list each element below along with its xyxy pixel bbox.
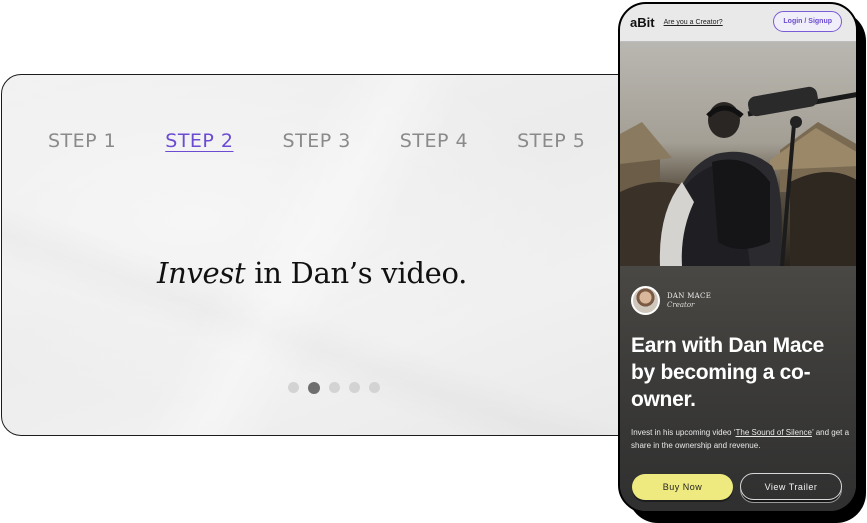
view-trailer-button[interactable]: View Trailer <box>740 473 842 500</box>
phone-content: DAN MACE Creator Earn with Dan Mace by b… <box>620 266 856 511</box>
tab-step-3[interactable]: STEP 3 <box>283 130 351 152</box>
creator-info: DAN MACE Creator <box>631 286 711 315</box>
pagination-dots <box>288 381 380 394</box>
buy-now-button[interactable]: Buy Now <box>632 474 733 500</box>
phone-topbar: aBit Are you a Creator? Login / Signup <box>620 4 856 42</box>
pagination-dot-1[interactable] <box>288 382 299 393</box>
pagination-dot-2[interactable] <box>308 381 320 394</box>
headline-emphasis: Invest <box>156 256 246 290</box>
offer-title: Earn with Dan Mace by becoming a co-owne… <box>631 334 824 411</box>
tab-step-5[interactable]: STEP 5 <box>517 130 585 152</box>
phone-mockup: aBit Are you a Creator? Login / Signup D… <box>618 2 858 513</box>
hero-photo-illustration <box>620 42 856 266</box>
pagination-dot-3[interactable] <box>329 382 340 393</box>
creator-role: Creator <box>667 300 695 309</box>
tab-step-4[interactable]: STEP 4 <box>400 130 468 152</box>
step-tabs: STEP 1 STEP 2 STEP 3 STEP 4 STEP 5 <box>48 130 585 152</box>
creator-meta: DAN MACE Creator <box>667 292 711 308</box>
steps-card: STEP 1 STEP 2 STEP 3 STEP 4 STEP 5 Inves… <box>1 74 641 436</box>
headline-rest: in Dan’s video. <box>245 256 468 290</box>
creator-name: DAN MACE <box>667 292 712 301</box>
pagination-dot-4[interactable] <box>349 382 360 393</box>
step-headline: Invest in Dan’s video. <box>2 256 622 290</box>
hero-image <box>620 42 856 266</box>
description-prefix: Invest in his upcoming video ‘ <box>631 428 736 437</box>
tab-step-1[interactable]: STEP 1 <box>48 130 116 152</box>
login-signup-button[interactable]: Login / Signup <box>773 11 842 32</box>
app-logo[interactable]: aBit <box>630 15 655 30</box>
pagination-dot-5[interactable] <box>369 382 380 393</box>
creator-link[interactable]: Are you a Creator? <box>664 19 723 26</box>
offer-description: Invest in his upcoming video ‘The Sound … <box>631 426 853 452</box>
tab-step-2[interactable]: STEP 2 <box>165 130 233 152</box>
video-link[interactable]: The Sound of Silence <box>736 428 813 437</box>
creator-avatar[interactable] <box>631 286 660 315</box>
